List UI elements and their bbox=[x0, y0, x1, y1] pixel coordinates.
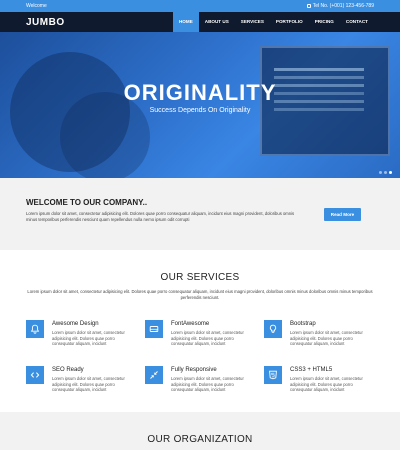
organization-section: OUR ORGANIZATION bbox=[0, 412, 400, 450]
welcome-text: Welcome bbox=[26, 3, 47, 9]
service-text: Lorem ipsum dolor sit amet, consectetur … bbox=[52, 376, 125, 392]
slider-dot-active[interactable] bbox=[389, 171, 392, 174]
service-item: SEO Ready Lorem ipsum dolor sit amet, co… bbox=[26, 366, 136, 402]
read-more-button[interactable]: Read More bbox=[324, 208, 361, 221]
code-icon bbox=[26, 366, 44, 384]
compress-icon bbox=[145, 366, 163, 384]
service-text: Lorem ipsum dolor sit amet, consectetur … bbox=[52, 330, 125, 346]
main-nav: HOME ABOUT US SERVICES PORTFOLIO PRICING… bbox=[172, 12, 374, 32]
service-text: Lorem ipsum dolor sit amet, consectetur … bbox=[171, 330, 244, 346]
bell-icon bbox=[26, 320, 44, 338]
nav-home[interactable]: HOME bbox=[172, 12, 199, 32]
service-title: Bootstrap bbox=[290, 321, 316, 327]
lightbulb-icon bbox=[264, 320, 282, 338]
nav-portfolio[interactable]: PORTFOLIO bbox=[270, 12, 309, 32]
slider-dot[interactable] bbox=[379, 171, 382, 174]
nav-contact[interactable]: CONTACT bbox=[340, 12, 374, 32]
service-title: Fully Responsive bbox=[171, 367, 217, 373]
service-text: Lorem ipsum dolor sit amet, consectetur … bbox=[290, 330, 363, 346]
phone-icon bbox=[306, 4, 311, 8]
logo[interactable]: JUMBO bbox=[26, 17, 65, 28]
hero-title: ORIGINALITY bbox=[123, 80, 277, 105]
hero-slider: ORIGINALITY Success Depends On Originali… bbox=[0, 32, 400, 178]
service-text: Lorem ipsum dolor sit amet, consectetur … bbox=[290, 376, 363, 392]
organization-title: OUR ORGANIZATION bbox=[147, 434, 253, 445]
services-description: Lorem ipsum dolor sit amet, consectetur … bbox=[27, 289, 373, 300]
welcome-description: Lorem ipsum dolor sit amet, consectetur … bbox=[26, 211, 295, 222]
service-title: CSS3 + HTML5 bbox=[290, 367, 333, 373]
service-item: Awesome Design Lorem ipsum dolor sit ame… bbox=[26, 320, 136, 356]
service-item: FontAwesome Lorem ipsum dolor sit amet, … bbox=[145, 320, 255, 356]
html5-icon bbox=[264, 366, 282, 384]
service-item: Fully Responsive Lorem ipsum dolor sit a… bbox=[145, 366, 255, 402]
hero-subtitle: Success Depends On Originality bbox=[149, 107, 251, 114]
navbar: JUMBO HOME ABOUT US SERVICES PORTFOLIO P… bbox=[0, 12, 400, 32]
drive-icon bbox=[145, 320, 163, 338]
service-title: Awesome Design bbox=[52, 321, 99, 327]
service-text: Lorem ipsum dolor sit amet, consectetur … bbox=[171, 376, 244, 392]
nav-services[interactable]: SERVICES bbox=[235, 12, 270, 32]
top-bar: Welcome Tel No. (+001) 123-456-789 bbox=[0, 0, 400, 12]
phone-info: Tel No. (+001) 123-456-789 bbox=[306, 3, 374, 9]
service-title: FontAwesome bbox=[171, 321, 210, 327]
slider-dot[interactable] bbox=[384, 171, 387, 174]
slider-dots bbox=[379, 171, 392, 174]
service-item: Bootstrap Lorem ipsum dolor sit amet, co… bbox=[264, 320, 374, 356]
services-title: OUR SERVICES bbox=[160, 272, 240, 283]
nav-about-us[interactable]: ABOUT US bbox=[199, 12, 235, 32]
service-item: CSS3 + HTML5 Lorem ipsum dolor sit amet,… bbox=[264, 366, 374, 402]
welcome-title: WELCOME TO OUR COMPANY.. bbox=[26, 198, 148, 207]
phone-number: Tel No. (+001) 123-456-789 bbox=[312, 3, 374, 9]
nav-pricing[interactable]: PRICING bbox=[309, 12, 340, 32]
service-title: SEO Ready bbox=[52, 367, 84, 373]
